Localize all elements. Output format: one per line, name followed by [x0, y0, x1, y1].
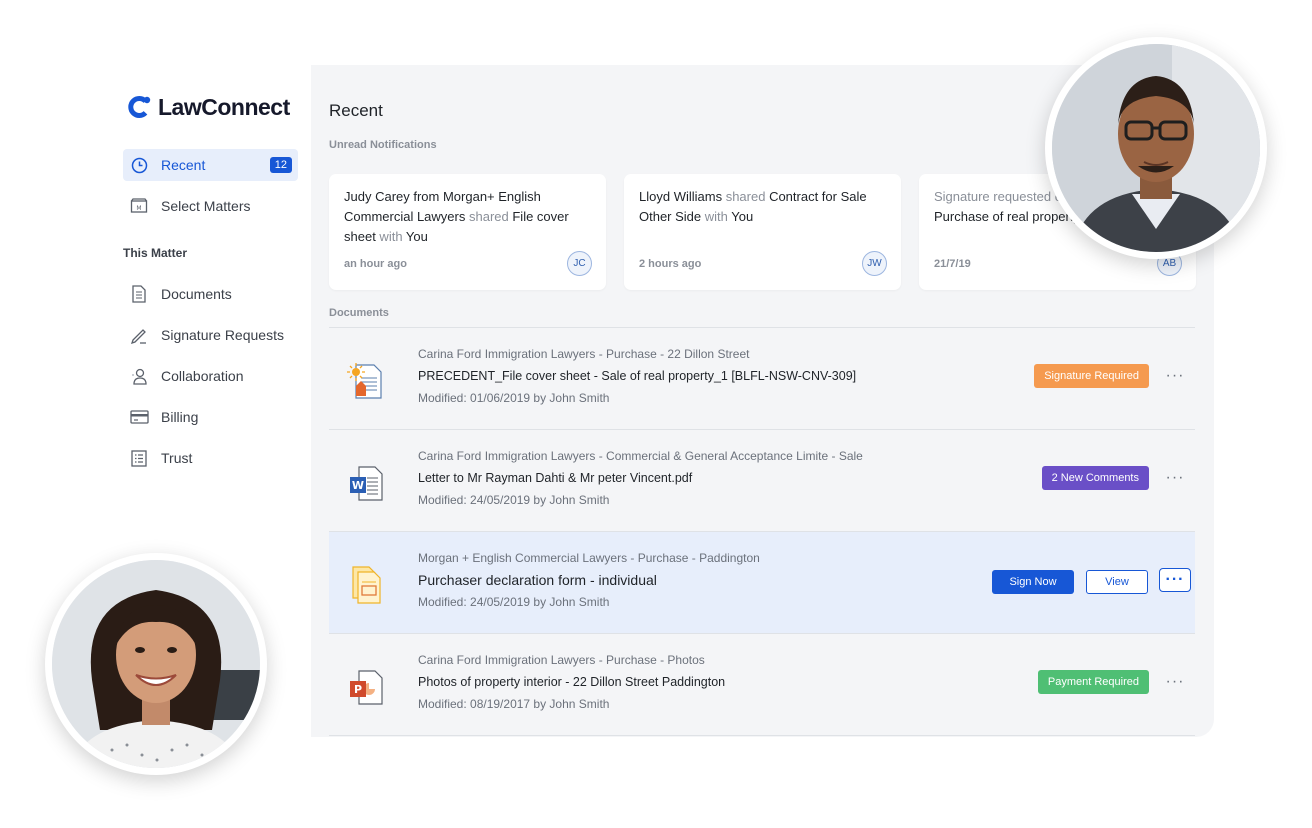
- document-meta: Carina Ford Immigration Lawyers - Commer…: [418, 448, 863, 508]
- powerpoint-file-icon: P: [350, 670, 383, 705]
- document-matter: Morgan + English Commercial Lawyers - Pu…: [418, 551, 760, 565]
- document-row[interactable]: P Carina Ford Immigration Lawyers - Purc…: [329, 634, 1195, 736]
- more-options-button[interactable]: ···: [1159, 568, 1191, 592]
- document-matter: Carina Ford Immigration Lawyers - Commer…: [418, 449, 863, 463]
- nav-item-signature-requests[interactable]: Signature Requests: [123, 319, 298, 351]
- person-icon: [129, 366, 149, 386]
- documents-heading: Documents: [329, 307, 389, 319]
- avatar: JW: [862, 251, 887, 276]
- status-badge: Payment Required: [1037, 670, 1149, 694]
- nav-item-label: Signature Requests: [161, 327, 284, 343]
- nav-item-documents[interactable]: Documents: [123, 278, 298, 310]
- document-name[interactable]: Purchaser declaration form - individual: [418, 572, 760, 588]
- more-options-button[interactable]: ···: [1163, 670, 1187, 694]
- woman-portrait-photo: [45, 553, 267, 775]
- documents-icon: [129, 284, 149, 304]
- lawconnect-logo-icon: [128, 96, 151, 118]
- nav-item-trust[interactable]: Trust: [123, 442, 298, 474]
- main-nav: Recent 12 M Select Matters: [123, 149, 298, 222]
- nav-item-label: Documents: [161, 286, 232, 302]
- document-matter: Carina Ford Immigration Lawyers - Purcha…: [418, 653, 705, 667]
- more-options-button[interactable]: ···: [1163, 364, 1187, 388]
- matter-nav: Documents Signature Requests Collaborati…: [123, 278, 298, 474]
- status-badge: Signature Required: [1034, 364, 1149, 388]
- status-badge: 2 New Comments: [1041, 466, 1149, 490]
- avatar: JC: [567, 251, 592, 276]
- document-name[interactable]: Photos of property interior - 22 Dillon …: [418, 674, 725, 690]
- document-modified: Modified: 24/05/2019 by John Smith: [418, 595, 610, 609]
- notification-text: Lloyd Williams shared Contract for Sale …: [639, 189, 867, 224]
- nav-item-recent[interactable]: Recent 12: [123, 149, 298, 181]
- nav-item-label: Collaboration: [161, 368, 244, 384]
- notifications-heading: Unread Notifications: [329, 139, 437, 151]
- nav-item-billing[interactable]: Billing: [123, 401, 298, 433]
- svg-text:M: M: [136, 205, 141, 212]
- brand-name: LawConnect: [158, 93, 290, 120]
- document-row[interactable]: Morgan + English Commercial Lawyers - Pu…: [329, 532, 1195, 634]
- document-matter: Carina Ford Immigration Lawyers - Purcha…: [418, 347, 750, 361]
- section-title: This Matter: [123, 246, 188, 260]
- notification-time: an hour ago: [344, 258, 407, 270]
- document-modified: Modified: 24/05/2019 by John Smith: [418, 493, 610, 507]
- document-modified: Modified: 01/06/2019 by John Smith: [418, 391, 610, 405]
- nav-item-select-matters[interactable]: M Select Matters: [123, 190, 298, 222]
- more-options-button[interactable]: ···: [1163, 466, 1187, 490]
- brand-logo[interactable]: LawConnect: [128, 90, 298, 124]
- document-row[interactable]: W Carina Ford Immigration Lawyers - Comm…: [329, 430, 1195, 532]
- nav-item-label: Billing: [161, 409, 199, 425]
- view-button[interactable]: View: [1086, 570, 1148, 594]
- clock-icon: [129, 155, 149, 175]
- document-meta: Carina Ford Immigration Lawyers - Purcha…: [418, 652, 725, 712]
- document-meta: Morgan + English Commercial Lawyers - Pu…: [418, 550, 760, 610]
- precedent-file-icon: [347, 363, 382, 399]
- word-file-icon: W: [350, 466, 383, 501]
- document-name[interactable]: Letter to Mr Rayman Dahti & Mr peter Vin…: [418, 470, 863, 486]
- notification-time: 2 hours ago: [639, 258, 702, 270]
- nav-item-collaboration[interactable]: Collaboration: [123, 360, 298, 392]
- nav-item-label: Select Matters: [161, 198, 251, 214]
- man-portrait-image: [1052, 44, 1260, 252]
- matters-icon: M: [129, 196, 149, 216]
- sidebar: LawConnect Recent 12 M Select Matters Th…: [123, 90, 298, 483]
- nav-item-label: Recent: [161, 157, 206, 173]
- document-row[interactable]: Carina Ford Immigration Lawyers - Purcha…: [329, 328, 1195, 430]
- card-icon: [129, 407, 149, 427]
- svg-text:P: P: [354, 683, 362, 696]
- form-file-icon: [352, 566, 381, 604]
- document-meta: Carina Ford Immigration Lawyers - Purcha…: [418, 346, 856, 406]
- document-list: Carina Ford Immigration Lawyers - Purcha…: [329, 327, 1195, 736]
- notification-text: Judy Carey from Morgan+ English Commerci…: [344, 189, 569, 244]
- sign-now-button[interactable]: Sign Now: [992, 570, 1074, 594]
- svg-text:W: W: [352, 479, 364, 492]
- notification-card[interactable]: Judy Carey from Morgan+ English Commerci…: [329, 174, 606, 290]
- pen-icon: [129, 325, 149, 345]
- document-name[interactable]: PRECEDENT_File cover sheet - Sale of rea…: [418, 368, 856, 384]
- man-portrait-photo: [1045, 37, 1267, 259]
- list-icon: [129, 448, 149, 468]
- document-modified: Modified: 08/19/2017 by John Smith: [418, 697, 610, 711]
- count-badge: 12: [269, 157, 292, 173]
- nav-item-label: Trust: [161, 450, 193, 466]
- page-title: Recent: [329, 101, 383, 120]
- notification-card[interactable]: Lloyd Williams shared Contract for Sale …: [624, 174, 901, 290]
- notification-time: 21/7/19: [934, 258, 971, 270]
- woman-portrait-image: [52, 560, 260, 768]
